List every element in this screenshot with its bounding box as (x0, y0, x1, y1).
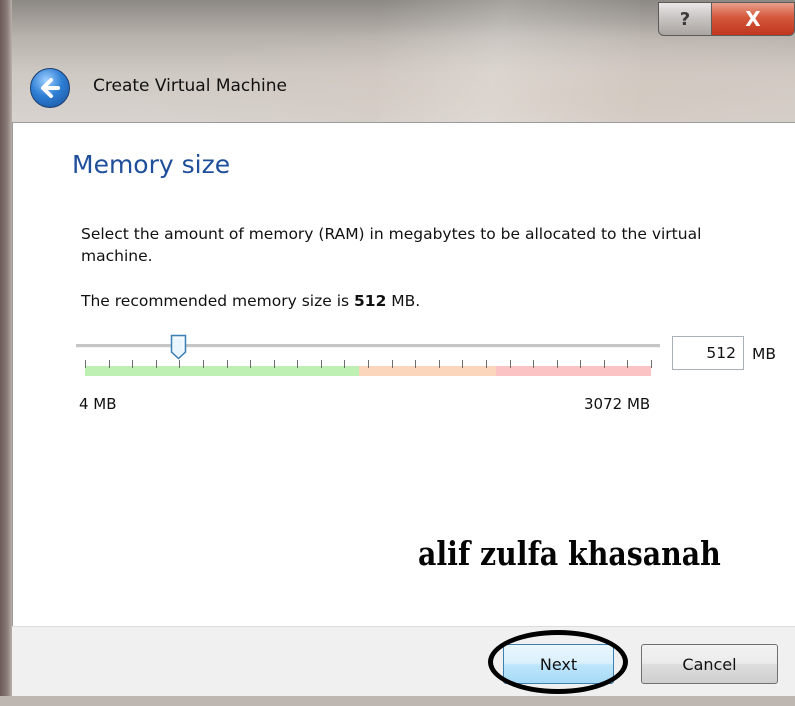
window-left-frame (0, 0, 12, 706)
help-button[interactable]: ? (658, 2, 712, 36)
slider-band-safe (85, 366, 359, 376)
slider-tick (462, 360, 464, 368)
slider-tick (297, 360, 299, 368)
slider-tick (533, 360, 535, 368)
slider-tick (391, 360, 393, 368)
close-button[interactable]: X (711, 2, 795, 36)
recommend-value: 512 (354, 292, 387, 310)
help-icon: ? (679, 8, 691, 30)
slider-tick (179, 360, 181, 368)
recommend-prefix: The recommended memory size is (81, 292, 355, 310)
back-button[interactable] (30, 68, 70, 108)
slider-tick (155, 360, 157, 368)
slider-tick (438, 360, 440, 368)
slider-tick (85, 360, 86, 368)
caption-buttons: ? X (658, 2, 795, 36)
slider-tick (556, 360, 558, 368)
watermark-text: alif zulfa khasanah (418, 534, 721, 573)
next-button[interactable]: Next (503, 644, 614, 684)
slider-min-label: 4 MB (79, 395, 117, 413)
slider-tick (415, 360, 417, 368)
slider-tick (132, 360, 134, 368)
cancel-button[interactable]: Cancel (641, 644, 778, 684)
recommended-memory-text: The recommended memory size is 512 MB. (81, 292, 420, 310)
close-icon: X (745, 7, 761, 31)
slider-tick (368, 360, 369, 368)
slider-tick (344, 360, 346, 368)
slider-tick (202, 360, 204, 368)
slider-max-label: 3072 MB (584, 395, 651, 413)
slider-tick (250, 360, 252, 368)
slider-tick (627, 360, 629, 368)
slider-tick (603, 360, 605, 368)
slider-tick (509, 360, 511, 368)
memory-slider-track[interactable] (76, 344, 660, 348)
slider-tick (580, 360, 582, 368)
slider-tick (651, 360, 652, 368)
slider-tick (108, 360, 110, 368)
back-arrow-icon (41, 78, 60, 98)
page-title: Memory size (72, 150, 231, 179)
slider-tick (485, 360, 487, 368)
window-bottom-frame (0, 696, 795, 706)
window-title: Create Virtual Machine (93, 76, 288, 96)
memory-unit-label: MB (752, 345, 777, 363)
memory-slider-thumb[interactable] (170, 334, 187, 360)
slider-tick (226, 360, 228, 368)
slider-band-warning (359, 366, 496, 376)
slider-tick (320, 360, 322, 368)
recommend-suffix: MB. (386, 292, 421, 310)
memory-description: Select the amount of memory (RAM) in meg… (81, 225, 702, 265)
slider-tick (273, 360, 275, 368)
glass-glare (380, 0, 640, 122)
memory-size-input[interactable] (672, 336, 744, 370)
